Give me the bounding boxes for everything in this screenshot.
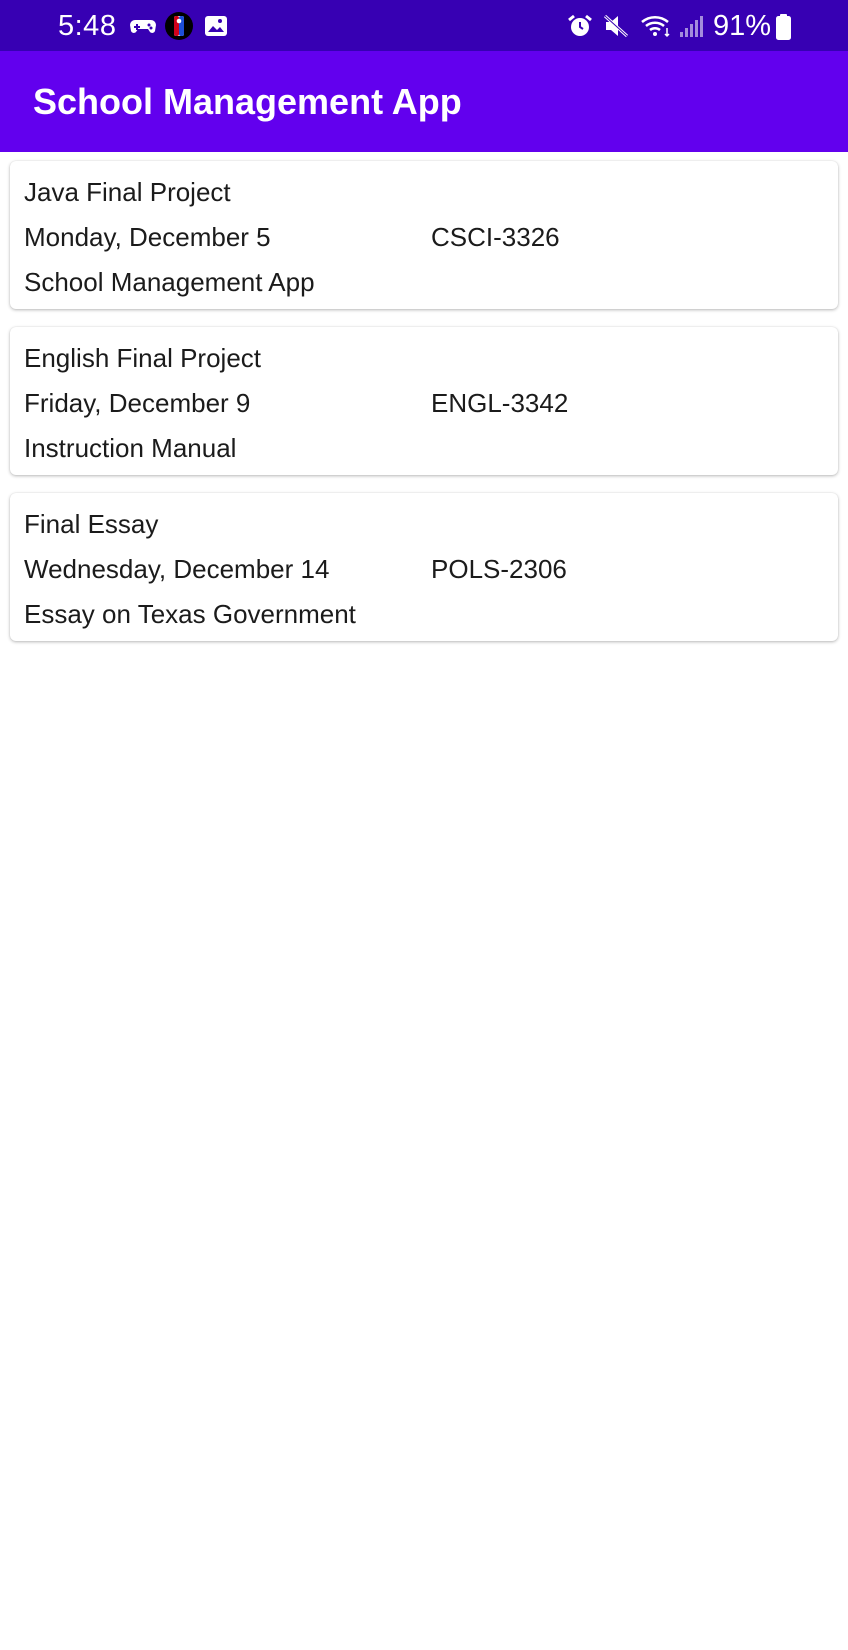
assignment-date: Friday, December 9: [24, 388, 251, 418]
wifi-icon: [641, 15, 670, 38]
assignment-date: Wednesday, December 14: [24, 554, 330, 584]
assignment-course-code: POLS-2306: [431, 554, 567, 584]
nba-icon: [165, 12, 193, 40]
assignment-card[interactable]: Final Essay Wednesday, December 14 POLS-…: [10, 493, 838, 641]
assignment-title: Final Essay: [24, 509, 159, 539]
battery-percent: 91%: [713, 10, 772, 42]
gallery-icon: [205, 16, 227, 36]
assignment-date: Monday, December 5: [24, 222, 271, 252]
assignment-course-code: ENGL-3342: [431, 388, 569, 418]
app-title: School Management App: [33, 81, 462, 122]
assignment-description: Essay on Texas Government: [24, 599, 356, 629]
assignment-description: Instruction Manual: [24, 433, 237, 463]
app-bar: School Management App: [0, 51, 848, 152]
assignment-card[interactable]: English Final Project Friday, December 9…: [10, 327, 838, 475]
status-bar: 5:48 91%: [0, 0, 848, 51]
mute-icon: [603, 14, 629, 38]
status-time: 5:48: [58, 10, 117, 42]
battery-icon: [776, 14, 791, 40]
alarm-icon: [568, 14, 592, 36]
assignment-title: Java Final Project: [24, 177, 231, 207]
assignment-card[interactable]: Java Final Project Monday, December 5 CS…: [10, 161, 838, 309]
game-controller-icon: [130, 20, 156, 33]
assignment-description: School Management App: [24, 267, 315, 297]
signal-icon: [680, 16, 703, 37]
assignment-title: English Final Project: [24, 343, 261, 373]
assignment-course-code: CSCI-3326: [431, 222, 560, 252]
